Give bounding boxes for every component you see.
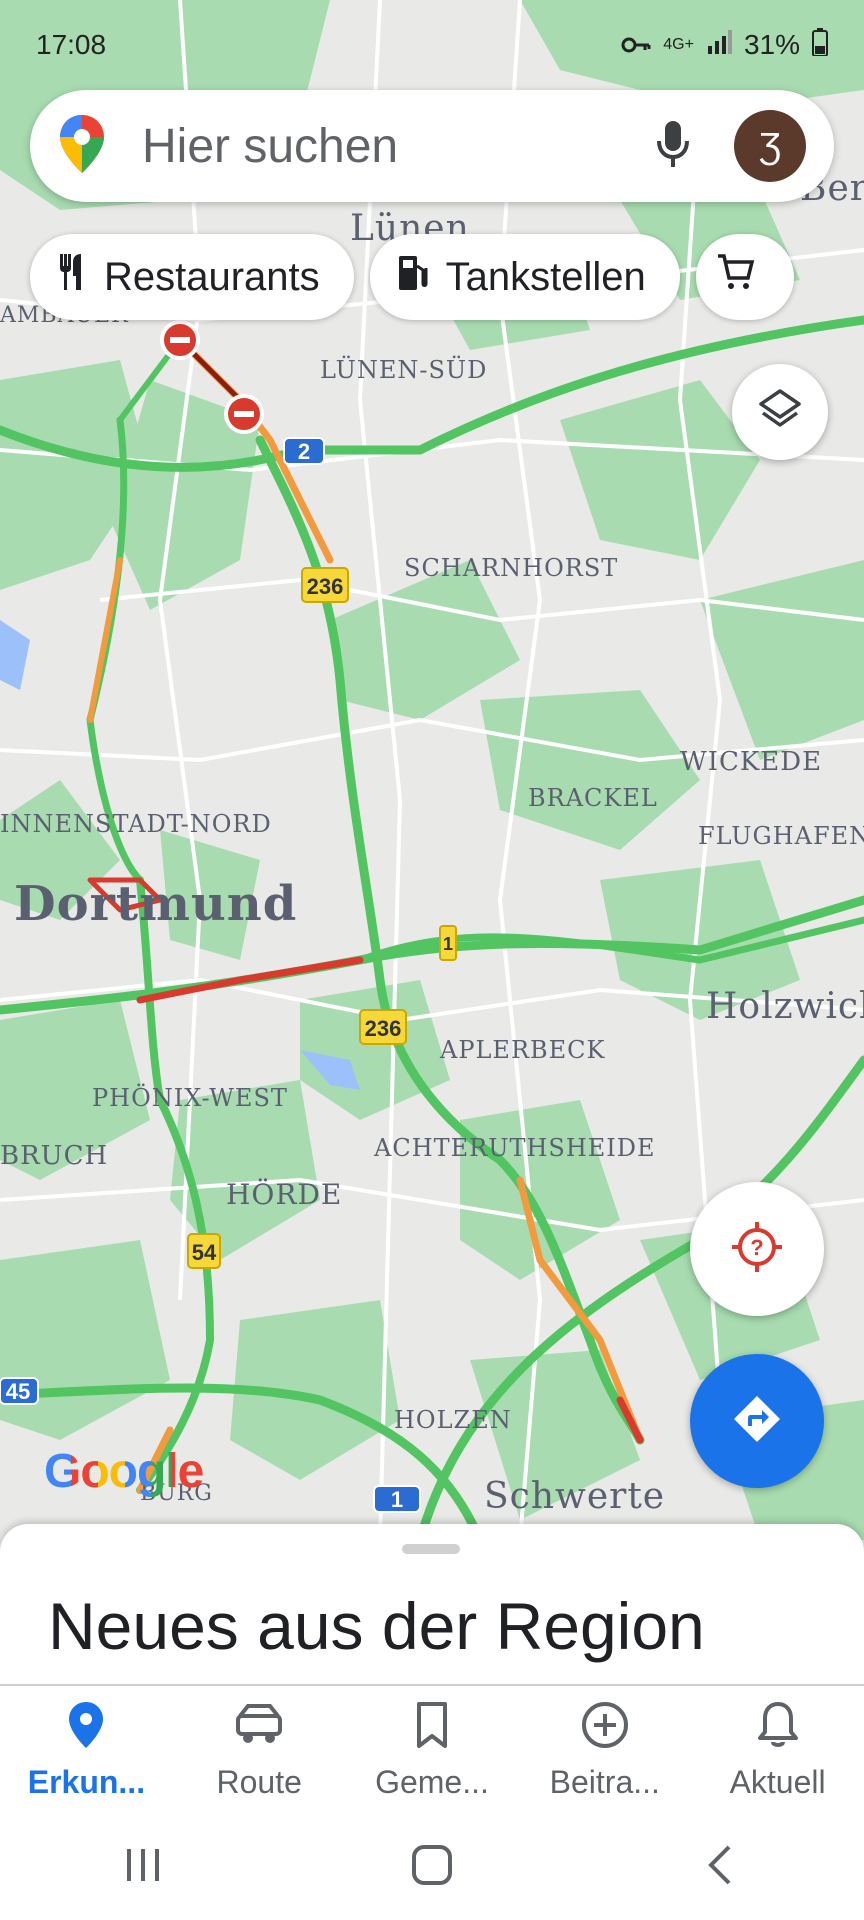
search-bar[interactable]: Hier suchen Ʒ: [30, 90, 834, 202]
directions-button[interactable]: [690, 1354, 824, 1488]
place-label: SCHARNHORST: [404, 554, 618, 582]
chip-label: Tankstellen: [445, 254, 646, 299]
place-label: Schwerte: [484, 1476, 665, 1517]
nav-explore[interactable]: Erkun...: [0, 1686, 173, 1816]
add-circle-icon: [580, 1700, 630, 1758]
nav-label: Aktuell: [729, 1764, 826, 1800]
bottom-navigation: Erkun... Route Geme... Beitra... Aktuell: [0, 1684, 864, 1816]
layers-button[interactable]: [732, 364, 828, 460]
place-label: HOLZEN: [394, 1406, 512, 1434]
nav-contribute[interactable]: Beitra...: [518, 1686, 691, 1816]
key-icon: [621, 29, 651, 61]
place-label: BRUCH: [0, 1141, 108, 1171]
battery-percent: 31%: [743, 29, 800, 60]
back-icon[interactable]: [701, 1843, 741, 1892]
network-type: 4G+: [663, 36, 694, 53]
bottom-sheet[interactable]: Neues aus der Region: [0, 1524, 864, 1684]
place-label: BRACKEL: [528, 784, 658, 812]
place-label: LÜNEN-SÜD: [320, 355, 487, 384]
chip-gas-stations[interactable]: Tankstellen: [369, 234, 680, 320]
road-shield: 2: [298, 439, 310, 464]
google-logo-text: Google: [44, 1445, 204, 1498]
explore-pin-icon: [66, 1700, 106, 1758]
layers-icon: [757, 387, 803, 438]
road-shield: 236: [307, 574, 344, 599]
home-icon[interactable]: [410, 1843, 454, 1892]
maps-pin-logo-icon: [58, 113, 106, 180]
car-icon: [234, 1700, 284, 1758]
place-label: WICKEDE: [680, 747, 822, 777]
status-bar: 17:08 4G+ 31%: [0, 0, 864, 90]
nav-label: Route: [216, 1764, 302, 1800]
nav-label: Beitra...: [549, 1764, 660, 1800]
nav-updates[interactable]: Aktuell: [691, 1686, 864, 1816]
battery-icon: [812, 27, 828, 63]
bookmark-icon: [412, 1700, 452, 1758]
svg-text:?: ?: [750, 1235, 763, 1260]
search-input[interactable]: Hier suchen: [142, 119, 656, 174]
bell-icon: [756, 1700, 800, 1758]
place-label: FLUGHAFEN: [698, 822, 864, 850]
chip-label: Restaurants: [104, 254, 320, 299]
place-label: APLERBECK: [439, 1036, 606, 1064]
place-label: INNENSTADT-NORD: [0, 810, 272, 838]
recent-apps-icon[interactable]: [123, 1845, 163, 1890]
road-shield: 1: [391, 1487, 403, 1512]
my-location-button[interactable]: ?: [690, 1182, 824, 1316]
directions-icon: [732, 1394, 782, 1449]
road-shield: 236: [365, 1016, 402, 1041]
chip-shopping[interactable]: [695, 234, 794, 320]
sheet-drag-handle[interactable]: [402, 1544, 460, 1554]
place-label: HÖRDE: [226, 1177, 342, 1211]
nav-label: Erkun...: [27, 1764, 146, 1800]
avatar[interactable]: Ʒ: [734, 110, 806, 182]
google-logo: Google: [44, 1444, 204, 1499]
microphone-icon[interactable]: [656, 119, 690, 174]
signal-icon: [706, 29, 732, 61]
nav-saved[interactable]: Geme...: [346, 1686, 519, 1816]
road-shield: 45: [6, 1379, 30, 1404]
avatar-initial: Ʒ: [759, 125, 781, 166]
gas-station-icon: [396, 252, 428, 302]
status-time: 17:08: [36, 29, 107, 60]
place-label: ACHTERUTHSHEIDE: [373, 1134, 656, 1162]
sheet-title: Neues aus der Region: [48, 1589, 705, 1663]
status-icons: 4G+ 31%: [621, 27, 828, 63]
system-navigation-bar: [0, 1814, 864, 1920]
place-label: Dortmund: [14, 876, 297, 932]
place-label: Holzwicke: [706, 986, 864, 1027]
chip-restaurants[interactable]: Restaurants: [30, 234, 354, 320]
place-label: PHÖNIX-WEST: [92, 1083, 288, 1112]
location-unknown-icon: ?: [730, 1220, 784, 1279]
road-shield: 1: [443, 934, 453, 954]
shopping-cart-icon: [716, 252, 756, 302]
nav-route[interactable]: Route: [173, 1686, 346, 1816]
fork-knife-icon: [56, 252, 86, 302]
category-chips: Restaurants Tankstellen: [30, 234, 794, 320]
nav-label: Geme...: [375, 1764, 489, 1800]
road-shield: 54: [192, 1240, 217, 1265]
